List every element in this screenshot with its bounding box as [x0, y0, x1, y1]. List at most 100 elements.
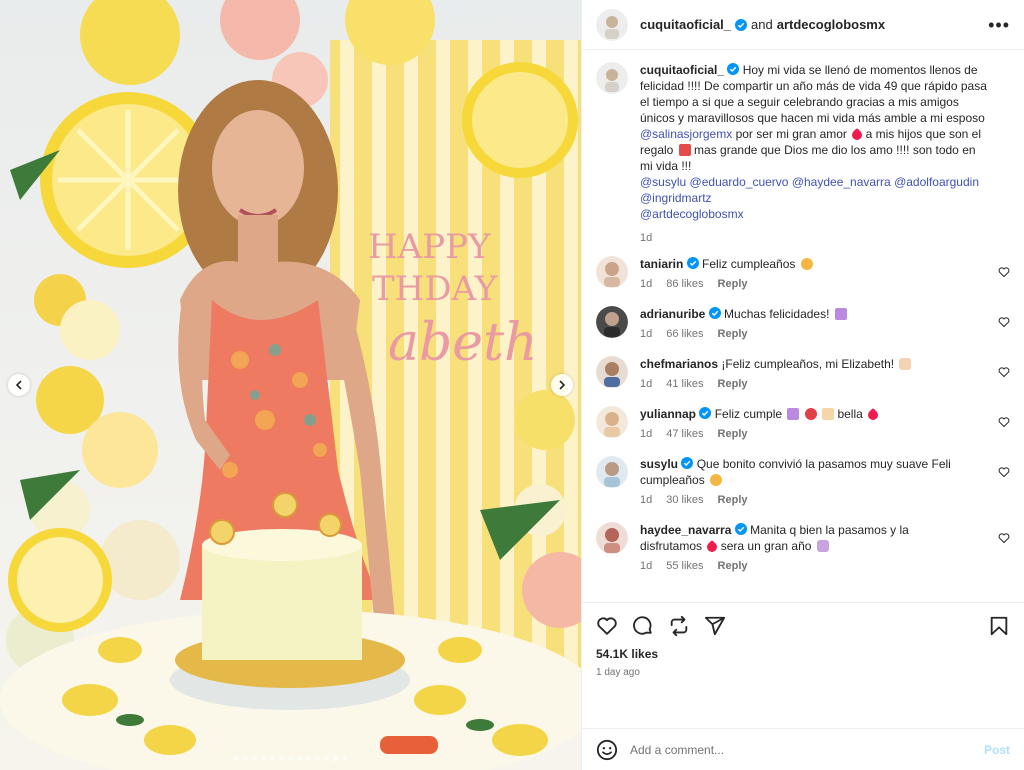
comment: adrianuribe Muchas felicidades! 1d 66 li…	[596, 306, 1010, 340]
comment-text: sera un gran año	[720, 539, 812, 553]
clapping-hands-emoji-icon	[899, 358, 912, 370]
verified-badge-icon	[727, 63, 740, 75]
red-heart-emoji-icon	[850, 127, 865, 143]
comment-likes[interactable]: 30 likes	[666, 494, 703, 506]
commenter-avatar[interactable]	[596, 306, 628, 338]
birthday-cake-emoji-icon	[822, 408, 835, 420]
reply-button[interactable]: Reply	[718, 328, 748, 340]
save-bookmark-icon[interactable]	[988, 615, 1010, 637]
reply-button[interactable]: Reply	[718, 428, 748, 440]
comment-icon[interactable]	[632, 615, 654, 637]
mention-link[interactable]: @salinasjorgemx	[640, 127, 732, 141]
like-comment-heart-icon[interactable]	[998, 466, 1010, 478]
heart-eyes-emoji-icon	[710, 474, 723, 486]
comment-text: Muchas felicidades!	[724, 307, 830, 321]
commenter-avatar[interactable]	[596, 356, 628, 388]
reply-button[interactable]: Reply	[718, 560, 748, 572]
reply-button[interactable]: Reply	[718, 494, 748, 506]
like-comment-heart-icon[interactable]	[998, 316, 1010, 328]
post-comment-button[interactable]: Post	[984, 743, 1010, 757]
verified-badge-icon	[734, 523, 747, 535]
comment-username[interactable]: adrianuribe	[640, 307, 705, 321]
post-side-panel: cuquitaoficial_ and artdecoglobosmx ••• …	[581, 0, 1024, 770]
author-avatar[interactable]	[596, 8, 628, 41]
carousel-dot	[315, 756, 320, 761]
carousel-dot	[261, 756, 266, 761]
mention-link[interactable]: @susylu	[640, 175, 686, 189]
mention-link[interactable]: @haydee_navarra	[792, 175, 891, 189]
balloon-emoji-icon	[804, 408, 817, 420]
caption-author-avatar[interactable]	[596, 62, 628, 94]
comments-scroll-area[interactable]: cuquitaoficial_ Hoy mi vida se llenó de …	[582, 50, 1024, 602]
comment-text: ¡Feliz cumpleaños, mi Elizabeth!	[721, 357, 895, 371]
previous-photo-button[interactable]	[8, 374, 30, 396]
and-text: and	[751, 17, 773, 32]
add-comment-input[interactable]	[630, 742, 984, 757]
comment-username[interactable]: taniarin	[640, 257, 683, 271]
emoji-picker-icon[interactable]	[596, 739, 618, 761]
carousel-dot-active	[333, 756, 338, 761]
mention-link[interactable]: @ingridmartz	[640, 191, 712, 205]
chevron-right-icon	[559, 380, 566, 390]
commenter-avatar[interactable]	[596, 256, 628, 288]
reply-button[interactable]: Reply	[718, 378, 748, 390]
heart-emoji-icon	[866, 407, 881, 423]
next-photo-button[interactable]	[551, 374, 573, 396]
post-photo[interactable]: HAPPY THDAY abeth	[0, 0, 581, 770]
caption-time: 1d	[640, 232, 653, 244]
comment-username[interactable]: yuliannap	[640, 407, 696, 421]
comment-time: 1d	[640, 378, 653, 390]
gift-emoji-icon	[678, 144, 691, 156]
like-comment-heart-icon[interactable]	[998, 366, 1010, 378]
comment-likes[interactable]: 55 likes	[666, 560, 703, 572]
verified-badge-icon	[708, 307, 721, 319]
comment-likes[interactable]: 47 likes	[666, 428, 703, 440]
party-popper-emoji-icon	[787, 408, 800, 420]
comment-username[interactable]: haydee_navarra	[640, 523, 731, 537]
caption-username[interactable]: cuquitaoficial_	[640, 63, 724, 77]
mention-link[interactable]: @eduardo_cuervo	[690, 175, 789, 189]
post-header: cuquitaoficial_ and artdecoglobosmx •••	[582, 0, 1024, 50]
like-comment-heart-icon[interactable]	[998, 532, 1010, 544]
comment-time: 1d	[640, 494, 653, 506]
repost-icon[interactable]	[668, 615, 690, 637]
like-heart-icon[interactable]	[596, 615, 618, 637]
author-username[interactable]: cuquitaoficial_	[640, 17, 731, 32]
like-comment-heart-icon[interactable]	[998, 416, 1010, 428]
carousel-dot	[234, 756, 239, 761]
comment-username[interactable]: susylu	[640, 457, 678, 471]
carousel-dot	[288, 756, 293, 761]
comment-likes[interactable]: 86 likes	[666, 278, 703, 290]
post-dialog: HAPPY THDAY abeth cuquitaoficial_ and ar…	[0, 0, 1024, 770]
verified-badge-icon	[699, 407, 712, 419]
like-comment-heart-icon[interactable]	[998, 266, 1010, 278]
verified-badge-icon	[686, 257, 699, 269]
carousel-dot	[297, 756, 302, 761]
carousel-dot	[243, 756, 248, 761]
backdrop-text-birthday: THDAY	[372, 269, 498, 309]
comment-likes[interactable]: 41 likes	[666, 378, 703, 390]
comment-text: Feliz cumple	[714, 407, 783, 421]
commenter-avatar[interactable]	[596, 406, 628, 438]
more-options-icon[interactable]: •••	[988, 16, 1010, 34]
carousel-indicator	[0, 756, 581, 761]
commenter-avatar[interactable]	[596, 522, 628, 554]
party-photo-illustration: HAPPY THDAY abeth	[0, 0, 581, 770]
comment-likes[interactable]: 66 likes	[666, 328, 703, 340]
verified-badge-icon	[735, 18, 748, 31]
like-count[interactable]: 54.1K likes	[596, 647, 1010, 661]
comment-username[interactable]: chefmarianos	[640, 357, 718, 371]
comment: taniarin Feliz cumpleaños 1d 86 likes Re…	[596, 256, 1010, 290]
mention-link[interactable]: @adolfoargudin	[894, 175, 979, 189]
verified-badge-icon	[681, 457, 694, 469]
share-icon[interactable]	[704, 615, 726, 637]
comment: yuliannap Feliz cumple bella 1d 47 likes…	[596, 406, 1010, 440]
reply-button[interactable]: Reply	[718, 278, 748, 290]
commenter-avatar[interactable]	[596, 456, 628, 488]
caption-text: cuquitaoficial_ Hoy mi vida se llenó de …	[640, 62, 988, 246]
chevron-left-icon	[15, 380, 22, 390]
collaborator-username[interactable]: artdecoglobosmx	[777, 17, 885, 32]
carousel-dot	[306, 756, 311, 761]
mention-link[interactable]: @artdecoglobosmx	[640, 207, 744, 221]
praying-hands-emoji-icon	[816, 540, 829, 552]
